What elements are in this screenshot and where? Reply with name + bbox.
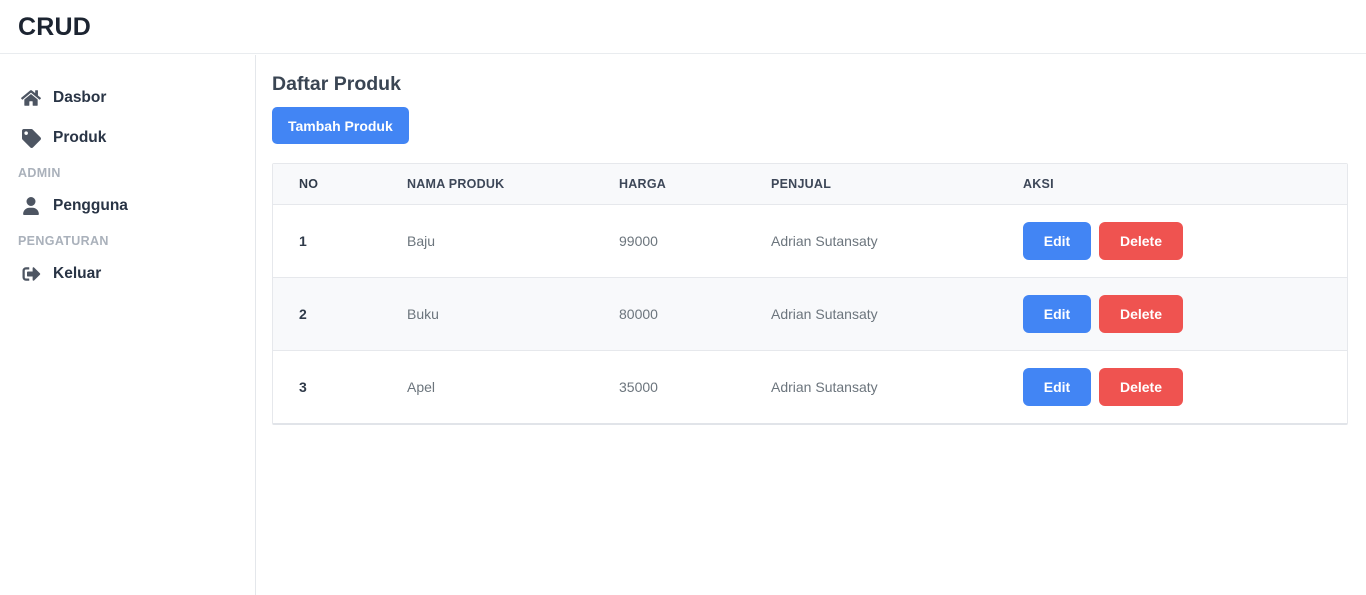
action-button-group: Edit Delete: [1023, 367, 1347, 406]
cell-no: 3: [273, 349, 381, 423]
sidebar-item-dasbor[interactable]: Dasbor: [0, 82, 256, 114]
product-table-container: NO NAMA PRODUK HARGA PENJUAL AKSI 1 Baju 9…: [272, 163, 1348, 425]
page-title: Daftar Produk: [272, 73, 401, 95]
table-row: 1 Baju 99000 Adrian Sutansaty Edit Delete: [273, 204, 1347, 277]
edit-button[interactable]: Edit: [1023, 294, 1091, 333]
tag-icon: [21, 128, 41, 148]
table-head: NO NAMA PRODUK HARGA PENJUAL AKSI: [273, 164, 1347, 205]
add-product-button[interactable]: Tambah Produk: [272, 107, 409, 144]
cell-nama: Apel: [381, 349, 613, 423]
column-header-no: NO: [273, 164, 381, 205]
home-icon: [21, 88, 41, 108]
edit-button[interactable]: Edit: [1023, 367, 1091, 406]
column-header-aksi: AKSI: [1013, 164, 1347, 205]
table-row: 2 Buku 80000 Adrian Sutansaty Edit Delete: [273, 276, 1347, 350]
cell-harga: 99000: [619, 232, 658, 249]
column-header-penjual: PENJUAL: [761, 164, 1013, 205]
sidebar-item-keluar[interactable]: Keluar: [0, 258, 256, 290]
delete-button[interactable]: Delete: [1099, 294, 1183, 333]
cell-penjual: Adrian Sutansaty: [761, 349, 1013, 423]
table-header-row: NO NAMA PRODUK HARGA PENJUAL AKSI: [273, 164, 1347, 205]
cell-harga: 80000: [613, 276, 761, 350]
cell-aksi: Edit Delete: [1013, 276, 1347, 350]
delete-button[interactable]: Delete: [1099, 367, 1183, 406]
column-header-harga: HARGA: [613, 164, 761, 205]
action-button-group: Edit Delete: [1023, 294, 1347, 333]
product-table: NO NAMA PRODUK HARGA PENJUAL AKSI 1 Baju 9…: [273, 164, 1347, 423]
column-header-nama: NAMA PRODUK: [381, 164, 613, 205]
cell-aksi: Edit Delete: [1013, 204, 1347, 277]
edit-button[interactable]: Edit: [1023, 221, 1091, 260]
delete-button[interactable]: Delete: [1099, 221, 1183, 260]
sidebar-item-label: Pengguna: [53, 197, 128, 214]
app-brand-title[interactable]: CRUD: [18, 13, 91, 42]
cell-nama: Baju: [407, 232, 436, 249]
sidebar-item-label: Keluar: [53, 265, 102, 282]
cell-harga: 35000: [613, 349, 761, 423]
sidebar-section-pengaturan: PENGATURAN: [18, 234, 109, 248]
cell-penjual: Adrian Sutansaty: [771, 232, 878, 249]
top-header-bar: CRUD: [0, 0, 1366, 54]
sidebar-item-produk[interactable]: Produk: [0, 122, 256, 154]
main-content: Daftar Produk Tambah Produk NO NAMA PROD…: [257, 55, 1366, 595]
cell-aksi: Edit Delete: [1013, 349, 1347, 423]
cell-nama: Buku: [381, 276, 613, 350]
sidebar-navigation: Dasbor Produk ADMIN Pengguna PENGATURAN Kelua…: [0, 55, 256, 595]
sidebar-section-admin: ADMIN: [18, 166, 61, 180]
table-body: 1 Baju 99000 Adrian Sutansaty Edit Delete 2 Buk…: [273, 204, 1347, 423]
cell-no: 2: [273, 276, 381, 350]
sidebar-item-label: Produk: [53, 129, 107, 146]
signout-icon: [21, 264, 41, 284]
cell-penjual: Adrian Sutansaty: [761, 276, 1013, 350]
cell-no: 1: [299, 232, 307, 249]
action-button-group: Edit Delete: [1023, 221, 1347, 260]
sidebar-item-label: Dasbor: [53, 89, 107, 106]
table-row: 3 Apel 35000 Adrian Sutansaty Edit Delete: [273, 349, 1347, 423]
user-icon: [21, 196, 41, 216]
sidebar-item-pengguna[interactable]: Pengguna: [0, 190, 256, 222]
